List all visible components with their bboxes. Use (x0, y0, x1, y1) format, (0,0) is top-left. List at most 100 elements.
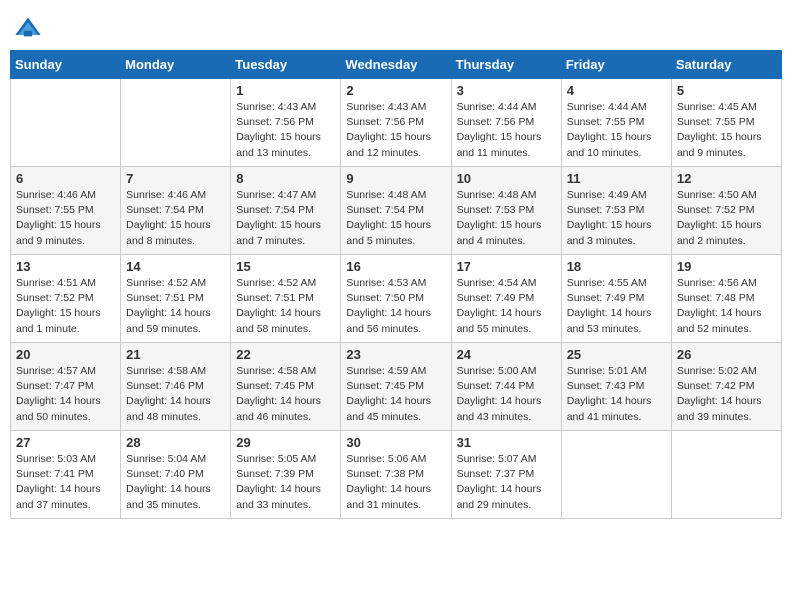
day-info: Sunrise: 5:07 AM Sunset: 7:37 PM Dayligh… (457, 452, 556, 513)
day-info: Sunrise: 4:43 AM Sunset: 7:56 PM Dayligh… (346, 100, 445, 161)
day-header-tuesday: Tuesday (231, 51, 341, 79)
day-number: 4 (567, 83, 666, 98)
day-number: 30 (346, 435, 445, 450)
logo (14, 14, 46, 42)
calendar-cell: 13 Sunrise: 4:51 AM Sunset: 7:52 PM Dayli… (11, 255, 121, 343)
calendar-cell: 7 Sunrise: 4:46 AM Sunset: 7:54 PM Daylig… (121, 167, 231, 255)
calendar-week-1: 1 Sunrise: 4:43 AM Sunset: 7:56 PM Daylig… (11, 79, 782, 167)
calendar-cell: 31 Sunrise: 5:07 AM Sunset: 7:37 PM Dayli… (451, 431, 561, 519)
calendar-cell: 20Sunrise: 4:57 AM Sunset: 7:47 PM Dayli… (11, 343, 121, 431)
day-number: 28 (126, 435, 225, 450)
day-number: 23 (346, 347, 445, 362)
day-number: 10 (457, 171, 556, 186)
day-number: 1 (236, 83, 335, 98)
day-number: 2 (346, 83, 445, 98)
calendar-table: SundayMondayTuesdayWednesdayThursdayFrid… (10, 50, 782, 519)
day-number: 13 (16, 259, 115, 274)
calendar-cell: 17 Sunrise: 4:54 AM Sunset: 7:49 PM Dayli… (451, 255, 561, 343)
day-info: Sunrise: 5:05 AM Sunset: 7:39 PM Dayligh… (236, 452, 335, 513)
day-number: 8 (236, 171, 335, 186)
day-header-thursday: Thursday (451, 51, 561, 79)
day-info: Sunrise: 4:58 AM Sunset: 7:45 PM Dayligh… (236, 364, 335, 425)
calendar-cell (671, 431, 781, 519)
calendar-cell: 25Sunrise: 5:01 AM Sunset: 7:43 PM Dayli… (561, 343, 671, 431)
day-number: 19 (677, 259, 776, 274)
calendar-cell: 12 Sunrise: 4:50 AM Sunset: 7:52 PM Dayli… (671, 167, 781, 255)
day-info: Sunrise: 4:52 AM Sunset: 7:51 PM Dayligh… (236, 276, 335, 337)
day-header-monday: Monday (121, 51, 231, 79)
day-info: Sunrise: 5:06 AM Sunset: 7:38 PM Dayligh… (346, 452, 445, 513)
day-number: 25 (567, 347, 666, 362)
calendar-cell: 15 Sunrise: 4:52 AM Sunset: 7:51 PM Dayli… (231, 255, 341, 343)
day-info: Sunrise: 5:03 AM Sunset: 7:41 PM Dayligh… (16, 452, 115, 513)
calendar-cell: 1 Sunrise: 4:43 AM Sunset: 7:56 PM Daylig… (231, 79, 341, 167)
calendar-week-4: 20Sunrise: 4:57 AM Sunset: 7:47 PM Dayli… (11, 343, 782, 431)
day-info: Sunrise: 4:46 AM Sunset: 7:55 PM Dayligh… (16, 188, 115, 249)
calendar-cell: 8 Sunrise: 4:47 AM Sunset: 7:54 PM Daylig… (231, 167, 341, 255)
calendar-cell: 19 Sunrise: 4:56 AM Sunset: 7:48 PM Dayli… (671, 255, 781, 343)
calendar-cell: 2 Sunrise: 4:43 AM Sunset: 7:56 PM Daylig… (341, 79, 451, 167)
day-number: 16 (346, 259, 445, 274)
day-header-saturday: Saturday (671, 51, 781, 79)
calendar-week-5: 27 Sunrise: 5:03 AM Sunset: 7:41 PM Dayli… (11, 431, 782, 519)
calendar-cell: 9Sunrise: 4:48 AM Sunset: 7:54 PM Daylig… (341, 167, 451, 255)
calendar-cell: 6 Sunrise: 4:46 AM Sunset: 7:55 PM Daylig… (11, 167, 121, 255)
day-info: Sunrise: 4:58 AM Sunset: 7:46 PM Dayligh… (126, 364, 225, 425)
day-number: 7 (126, 171, 225, 186)
day-number: 17 (457, 259, 556, 274)
day-info: Sunrise: 4:46 AM Sunset: 7:54 PM Dayligh… (126, 188, 225, 249)
logo-icon (14, 14, 42, 42)
day-info: Sunrise: 4:47 AM Sunset: 7:54 PM Dayligh… (236, 188, 335, 249)
calendar-cell: 16 Sunrise: 4:53 AM Sunset: 7:50 PM Dayli… (341, 255, 451, 343)
calendar-cell: 3Sunrise: 4:44 AM Sunset: 7:56 PM Daylig… (451, 79, 561, 167)
day-number: 15 (236, 259, 335, 274)
day-number: 9 (346, 171, 445, 186)
day-info: Sunrise: 4:54 AM Sunset: 7:49 PM Dayligh… (457, 276, 556, 337)
day-number: 14 (126, 259, 225, 274)
day-info: Sunrise: 4:59 AM Sunset: 7:45 PM Dayligh… (346, 364, 445, 425)
day-number: 31 (457, 435, 556, 450)
day-info: Sunrise: 4:52 AM Sunset: 7:51 PM Dayligh… (126, 276, 225, 337)
day-info: Sunrise: 4:56 AM Sunset: 7:48 PM Dayligh… (677, 276, 776, 337)
day-header-wednesday: Wednesday (341, 51, 451, 79)
calendar-cell: 4Sunrise: 4:44 AM Sunset: 7:55 PM Daylig… (561, 79, 671, 167)
calendar-header-row: SundayMondayTuesdayWednesdayThursdayFrid… (11, 51, 782, 79)
day-info: Sunrise: 4:53 AM Sunset: 7:50 PM Dayligh… (346, 276, 445, 337)
day-number: 11 (567, 171, 666, 186)
day-number: 22 (236, 347, 335, 362)
day-info: Sunrise: 5:00 AM Sunset: 7:44 PM Dayligh… (457, 364, 556, 425)
day-info: Sunrise: 4:43 AM Sunset: 7:56 PM Dayligh… (236, 100, 335, 161)
calendar-cell: 23 Sunrise: 4:59 AM Sunset: 7:45 PM Dayli… (341, 343, 451, 431)
day-info: Sunrise: 4:49 AM Sunset: 7:53 PM Dayligh… (567, 188, 666, 249)
calendar-cell: 5 Sunrise: 4:45 AM Sunset: 7:55 PM Daylig… (671, 79, 781, 167)
calendar-cell: 30 Sunrise: 5:06 AM Sunset: 7:38 PM Dayli… (341, 431, 451, 519)
day-header-friday: Friday (561, 51, 671, 79)
calendar-cell (121, 79, 231, 167)
day-number: 20 (16, 347, 115, 362)
day-number: 5 (677, 83, 776, 98)
calendar-cell: 22 Sunrise: 4:58 AM Sunset: 7:45 PM Dayli… (231, 343, 341, 431)
day-number: 29 (236, 435, 335, 450)
day-info: Sunrise: 5:04 AM Sunset: 7:40 PM Dayligh… (126, 452, 225, 513)
calendar-cell: 11 Sunrise: 4:49 AM Sunset: 7:53 PM Dayli… (561, 167, 671, 255)
calendar-week-2: 6 Sunrise: 4:46 AM Sunset: 7:55 PM Daylig… (11, 167, 782, 255)
day-number: 18 (567, 259, 666, 274)
calendar-cell (11, 79, 121, 167)
calendar-cell: 18Sunrise: 4:55 AM Sunset: 7:49 PM Dayli… (561, 255, 671, 343)
day-number: 12 (677, 171, 776, 186)
day-info: Sunrise: 5:02 AM Sunset: 7:42 PM Dayligh… (677, 364, 776, 425)
page-header (10, 10, 782, 42)
day-info: Sunrise: 4:51 AM Sunset: 7:52 PM Dayligh… (16, 276, 115, 337)
day-number: 27 (16, 435, 115, 450)
calendar-cell: 10 Sunrise: 4:48 AM Sunset: 7:53 PM Dayli… (451, 167, 561, 255)
calendar-week-3: 13 Sunrise: 4:51 AM Sunset: 7:52 PM Dayli… (11, 255, 782, 343)
day-info: Sunrise: 4:45 AM Sunset: 7:55 PM Dayligh… (677, 100, 776, 161)
calendar-cell: 24Sunrise: 5:00 AM Sunset: 7:44 PM Dayli… (451, 343, 561, 431)
calendar-cell: 27 Sunrise: 5:03 AM Sunset: 7:41 PM Dayli… (11, 431, 121, 519)
day-info: Sunrise: 4:48 AM Sunset: 7:53 PM Dayligh… (457, 188, 556, 249)
day-number: 6 (16, 171, 115, 186)
calendar-cell: 21 Sunrise: 4:58 AM Sunset: 7:46 PM Dayli… (121, 343, 231, 431)
day-info: Sunrise: 4:50 AM Sunset: 7:52 PM Dayligh… (677, 188, 776, 249)
day-number: 21 (126, 347, 225, 362)
calendar-cell (561, 431, 671, 519)
